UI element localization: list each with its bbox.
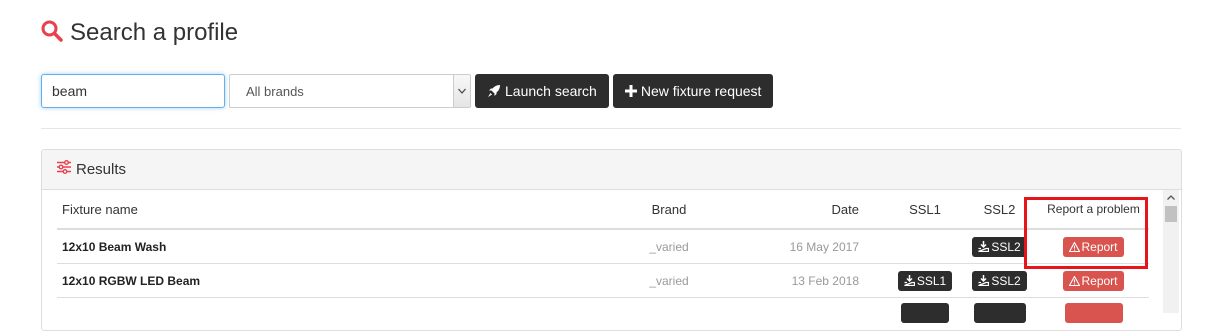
launch-search-label: Launch search xyxy=(505,83,597,99)
new-fixture-request-label: New fixture request xyxy=(641,83,762,99)
results-title: Results xyxy=(76,161,126,178)
fixture-name: 12x10 Beam Wash xyxy=(57,229,599,264)
new-fixture-request-button[interactable]: New fixture request xyxy=(613,74,774,108)
fixture-brand xyxy=(599,298,739,331)
download-icon xyxy=(978,275,989,286)
ssl2-download-button[interactable] xyxy=(974,303,1026,323)
divider xyxy=(41,128,1181,129)
ssl2-label: SSL2 xyxy=(991,240,1020,254)
results-heading: Results xyxy=(42,150,1181,190)
ssl2-label: SSL2 xyxy=(991,274,1020,288)
page-title: Search a profile xyxy=(70,19,238,47)
column-header-ssl1[interactable]: SSL1 xyxy=(889,190,961,229)
results-table: Fixture name Brand Date SSL1 SSL2 Report… xyxy=(57,190,1149,331)
report-cell xyxy=(1038,298,1149,331)
fixture-name: 12x10 RGBW LED Beam xyxy=(57,264,599,298)
table-row xyxy=(57,298,1149,331)
column-header-brand[interactable]: Brand xyxy=(599,190,739,229)
report-label: Report xyxy=(1081,274,1117,288)
report-button[interactable] xyxy=(1065,303,1123,323)
warning-icon xyxy=(1069,276,1080,286)
report-label: Report xyxy=(1081,240,1117,254)
scroll-up-arrow-icon[interactable] xyxy=(1163,190,1179,204)
fixture-date xyxy=(739,298,889,331)
ssl1-cell xyxy=(889,298,961,331)
report-cell: Report xyxy=(1038,264,1149,298)
report-cell: Report xyxy=(1038,229,1149,264)
table-header-row: Fixture name Brand Date SSL1 SSL2 Report… xyxy=(57,190,1149,229)
ssl2-download-button[interactable]: SSL2 xyxy=(972,271,1026,291)
scroll-thumb[interactable] xyxy=(1165,206,1177,222)
ssl1-cell xyxy=(889,229,961,264)
search-icon xyxy=(40,19,64,48)
fixture-brand: _varied xyxy=(599,264,739,298)
ssl2-cell: SSL2 xyxy=(961,229,1038,264)
brand-select[interactable]: All brands xyxy=(229,74,471,108)
ssl2-download-button[interactable]: SSL2 xyxy=(972,237,1026,257)
results-table-wrapper: Fixture name Brand Date SSL1 SSL2 Report… xyxy=(57,190,1149,331)
brand-select-value: All brands xyxy=(230,84,304,99)
fixture-date: 16 May 2017 xyxy=(739,229,889,264)
ssl1-download-button[interactable]: SSL1 xyxy=(898,271,952,291)
warning-icon xyxy=(1069,242,1080,252)
report-button[interactable]: Report xyxy=(1063,271,1123,291)
plus-icon xyxy=(625,85,637,97)
sliders-icon xyxy=(56,160,72,179)
launch-search-button[interactable]: Launch search xyxy=(475,74,609,108)
rocket-icon xyxy=(487,84,501,98)
column-header-fixture-name[interactable]: Fixture name xyxy=(57,190,599,229)
chevron-down-icon[interactable] xyxy=(453,75,470,107)
ssl1-cell: SSL1 xyxy=(889,264,961,298)
report-button[interactable]: Report xyxy=(1063,237,1123,257)
ssl1-download-button[interactable] xyxy=(901,303,949,323)
page-header: Search a profile xyxy=(40,16,238,50)
download-icon xyxy=(904,275,915,286)
ssl1-label: SSL1 xyxy=(917,274,946,288)
ssl2-cell xyxy=(961,298,1038,331)
column-header-report[interactable]: Report a problem xyxy=(1038,190,1149,229)
download-icon xyxy=(978,241,989,252)
fixture-brand: _varied xyxy=(599,229,739,264)
results-panel: Results Fixture name Brand Date SSL1 SSL… xyxy=(41,149,1182,331)
search-input[interactable] xyxy=(41,74,225,108)
fixture-date: 13 Feb 2018 xyxy=(739,264,889,298)
search-bar: All brands Launch search New fixture req… xyxy=(41,74,773,108)
fixture-name xyxy=(57,298,599,331)
column-header-date[interactable]: Date xyxy=(739,190,889,229)
ssl2-cell: SSL2 xyxy=(961,264,1038,298)
table-row: 12x10 Beam Wash _varied 16 May 2017 SSL2 xyxy=(57,229,1149,264)
table-row: 12x10 RGBW LED Beam _varied 13 Feb 2018 … xyxy=(57,264,1149,298)
results-scrollbar[interactable] xyxy=(1163,190,1179,313)
column-header-ssl2[interactable]: SSL2 xyxy=(961,190,1038,229)
